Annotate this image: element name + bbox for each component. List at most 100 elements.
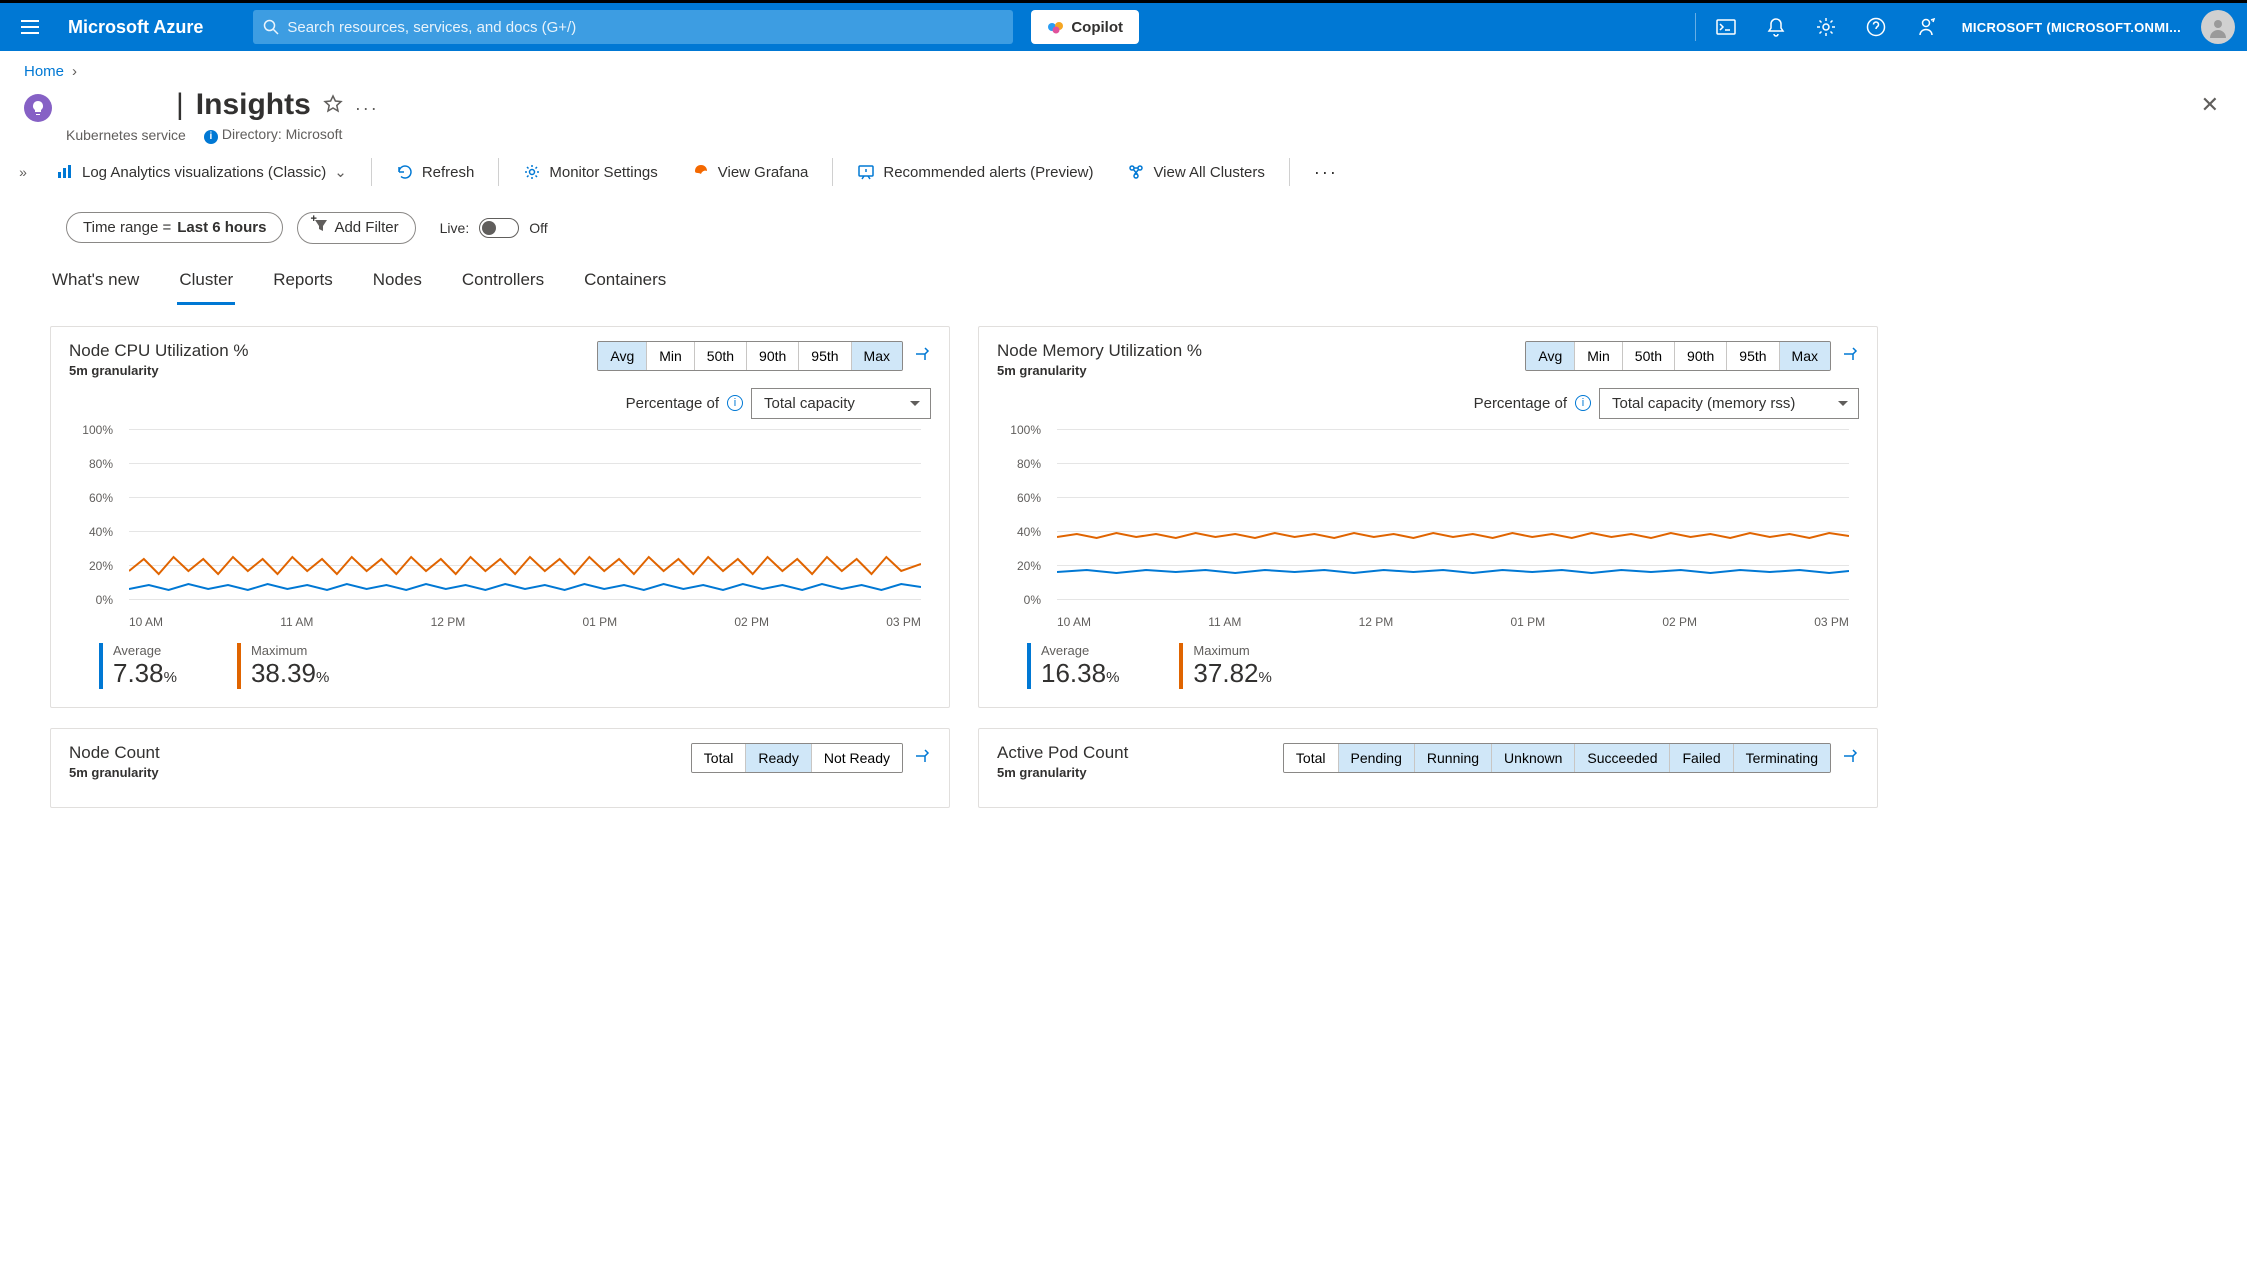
cpu-seg-90th[interactable]: 90th: [747, 342, 799, 370]
favorite-star-icon[interactable]: [323, 94, 343, 117]
pc-failed[interactable]: Failed: [1670, 744, 1733, 772]
info-icon: i: [204, 130, 218, 144]
tab-nodes[interactable]: Nodes: [371, 264, 424, 305]
node-count-card: Node Count 5m granularity Total Ready No…: [50, 728, 950, 808]
mem-plot: 100% 80% 60% 40% 20% 0% 10 AM 11 AM 12 P…: [997, 429, 1859, 629]
help-icon[interactable]: [1856, 7, 1896, 47]
refresh-button[interactable]: Refresh: [382, 159, 489, 185]
view-all-clusters-button[interactable]: View All Clusters: [1113, 159, 1278, 185]
top-header: Microsoft Azure Copilot MICROSOFT (MICRO…: [0, 3, 2247, 51]
nc-pin-icon[interactable]: [913, 747, 931, 768]
mem-chart-title: Node Memory Utilization %: [997, 341, 1202, 361]
mem-avg-stat: Average 16.38%: [1027, 643, 1119, 689]
settings-gear-icon[interactable]: [1806, 7, 1846, 47]
cpu-chart-card: Node CPU Utilization % 5m granularity Av…: [50, 326, 950, 708]
cpu-seg-avg[interactable]: Avg: [598, 342, 647, 370]
cpu-granularity: 5m granularity: [69, 363, 249, 378]
log-analytics-dropdown[interactable]: Log Analytics visualizations (Classic) ⌄: [42, 159, 361, 185]
pc-pin-icon[interactable]: [1841, 747, 1859, 768]
copilot-button[interactable]: Copilot: [1031, 10, 1139, 44]
time-range-filter[interactable]: Time range = Last 6 hours: [66, 212, 283, 243]
breadcrumb: Home ›: [0, 51, 2247, 84]
tenant-label[interactable]: MICROSOFT (MICROSOFT.ONMI...: [1962, 20, 2181, 35]
search-icon: [263, 19, 279, 35]
cpu-seg-min[interactable]: Min: [647, 342, 695, 370]
expand-sidebar-icon[interactable]: »: [10, 164, 36, 180]
tab-reports[interactable]: Reports: [271, 264, 335, 305]
pod-count-title: Active Pod Count: [997, 743, 1128, 763]
mem-pct-label: Percentage of: [1474, 395, 1567, 412]
feedback-icon[interactable]: [1906, 7, 1946, 47]
copilot-icon: [1047, 18, 1065, 36]
page-title: Insights: [196, 88, 311, 122]
info-icon[interactable]: i: [1575, 395, 1591, 411]
tab-containers[interactable]: Containers: [582, 264, 668, 305]
user-avatar[interactable]: [2201, 10, 2235, 44]
mem-capacity-dropdown[interactable]: Total capacity (memory rss): [1599, 388, 1859, 419]
cpu-stat-selector: Avg Min 50th 90th 95th Max: [597, 341, 903, 371]
pc-pending[interactable]: Pending: [1339, 744, 1415, 772]
cpu-chart-title: Node CPU Utilization %: [69, 341, 249, 361]
add-filter-icon: +: [314, 219, 328, 237]
cpu-capacity-dropdown[interactable]: Total capacity: [751, 388, 931, 419]
cpu-avg-stat: Average 7.38%: [99, 643, 177, 689]
view-grafana-button[interactable]: View Grafana: [678, 159, 823, 185]
mem-seg-min[interactable]: Min: [1575, 342, 1623, 370]
command-bar: » Log Analytics visualizations (Classic)…: [0, 144, 2247, 202]
live-toggle[interactable]: [479, 218, 519, 238]
cpu-pct-label: Percentage of: [626, 395, 719, 412]
monitor-settings-button[interactable]: Monitor Settings: [509, 159, 671, 185]
brand-label[interactable]: Microsoft Azure: [68, 17, 203, 38]
mem-seg-95th[interactable]: 95th: [1727, 342, 1779, 370]
tab-cluster[interactable]: Cluster: [177, 264, 235, 305]
directory-label[interactable]: iDirectory: Microsoft: [204, 126, 343, 144]
node-count-selector: Total Ready Not Ready: [691, 743, 903, 773]
cpu-seg-95th[interactable]: 95th: [799, 342, 851, 370]
nc-not-ready[interactable]: Not Ready: [812, 744, 902, 772]
pc-running[interactable]: Running: [1415, 744, 1492, 772]
mem-seg-max[interactable]: Max: [1780, 342, 1830, 370]
cpu-seg-max[interactable]: Max: [852, 342, 902, 370]
chevron-down-icon: ⌄: [334, 163, 347, 181]
pc-terminating[interactable]: Terminating: [1734, 744, 1830, 772]
clusters-icon: [1127, 163, 1145, 181]
search-input[interactable]: [287, 19, 1003, 36]
tab-controllers[interactable]: Controllers: [460, 264, 546, 305]
cpu-plot: 100% 80% 60% 40% 20% 0% 10 AM 11 AM 12 P…: [69, 429, 931, 629]
grafana-icon: [692, 163, 710, 181]
refresh-icon: [396, 163, 414, 181]
more-ellipsis-icon[interactable]: ···: [355, 98, 379, 119]
resource-type: Kubernetes service: [66, 127, 186, 143]
cloud-shell-icon[interactable]: [1706, 7, 1746, 47]
add-filter-button[interactable]: + Add Filter: [297, 212, 415, 244]
close-icon[interactable]: ✕: [2201, 92, 2219, 118]
toolbar-overflow-icon[interactable]: ···: [1300, 158, 1352, 187]
pc-total[interactable]: Total: [1284, 744, 1339, 772]
title-pipe: |: [176, 88, 184, 122]
memory-chart-card: Node Memory Utilization % 5m granularity…: [978, 326, 1878, 708]
hamburger-menu-icon[interactable]: [12, 9, 48, 45]
pc-unknown[interactable]: Unknown: [1492, 744, 1575, 772]
pc-succeeded[interactable]: Succeeded: [1575, 744, 1670, 772]
cpu-seg-50th[interactable]: 50th: [695, 342, 747, 370]
mem-seg-avg[interactable]: Avg: [1526, 342, 1575, 370]
nc-ready[interactable]: Ready: [746, 744, 811, 772]
mem-seg-90th[interactable]: 90th: [1675, 342, 1727, 370]
nc-total[interactable]: Total: [692, 744, 747, 772]
mem-pin-icon[interactable]: [1841, 345, 1859, 366]
tab-whats-new[interactable]: What's new: [50, 264, 141, 305]
live-label: Live:: [440, 220, 470, 236]
mem-seg-50th[interactable]: 50th: [1623, 342, 1675, 370]
cpu-pin-icon[interactable]: [913, 345, 931, 366]
insights-tabs: What's new Cluster Reports Nodes Control…: [0, 254, 2247, 306]
pod-count-card: Active Pod Count 5m granularity Total Pe…: [978, 728, 1878, 808]
chevron-right-icon: ›: [72, 63, 77, 80]
node-count-granularity: 5m granularity: [69, 765, 160, 780]
recommended-alerts-button[interactable]: Recommended alerts (Preview): [843, 159, 1107, 185]
alert-icon: [857, 163, 875, 181]
breadcrumb-home[interactable]: Home: [24, 63, 64, 80]
pod-count-granularity: 5m granularity: [997, 765, 1128, 780]
info-icon[interactable]: i: [727, 395, 743, 411]
global-search[interactable]: [253, 10, 1013, 44]
notifications-icon[interactable]: [1756, 7, 1796, 47]
